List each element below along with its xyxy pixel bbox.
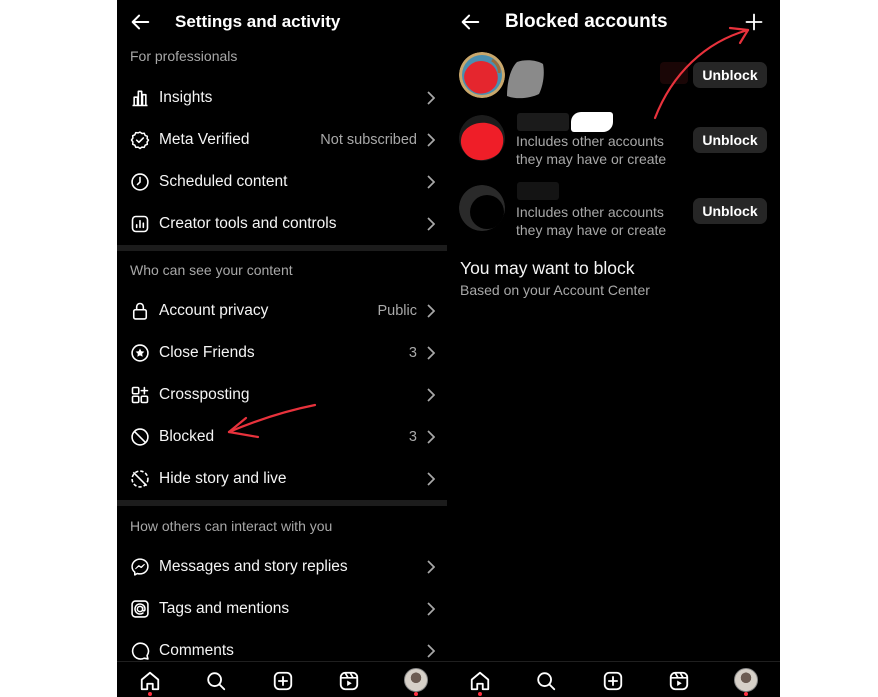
settings-item-label: Comments — [159, 642, 234, 659]
settings-item-label: Messages and story replies — [159, 558, 348, 575]
home-icon[interactable] — [139, 670, 161, 692]
chevron-right-icon — [427, 602, 435, 616]
settings-item-value: 3 — [408, 429, 417, 445]
suggestions-subtitle: Based on your Account Center — [460, 282, 650, 298]
chevron-right-icon — [427, 133, 435, 147]
unblock-button[interactable]: Unblock — [693, 62, 767, 88]
chevron-right-icon — [427, 346, 435, 360]
settings-item-label: Close Friends — [159, 344, 255, 361]
star-circle-icon — [131, 344, 149, 362]
settings-item-value: Not subscribed — [320, 132, 417, 148]
settings-item-label: Account privacy — [159, 302, 269, 319]
settings-item-hide-story[interactable]: Hide story and live — [117, 458, 447, 500]
profile-avatar[interactable] — [404, 668, 428, 692]
settings-item-value: Public — [377, 303, 418, 319]
account-note: Includes other accounts they may have or… — [516, 133, 667, 167]
settings-item-crossposting[interactable]: Crossposting — [117, 374, 447, 416]
account-avatar[interactable] — [459, 115, 505, 161]
notification-dot — [744, 692, 748, 696]
redacted-username — [517, 182, 559, 200]
account-avatar[interactable] — [459, 52, 505, 98]
chevron-right-icon — [427, 430, 435, 444]
notification-dot — [414, 692, 418, 696]
back-arrow-icon[interactable] — [129, 11, 151, 33]
redacted-mark — [660, 62, 688, 84]
bottom-nav — [117, 661, 447, 697]
chevron-right-icon — [427, 644, 435, 658]
section-divider — [117, 500, 447, 506]
add-icon[interactable] — [744, 12, 764, 32]
settings-item-tags-mentions[interactable]: Tags and mentions — [117, 588, 447, 630]
account-avatar[interactable] — [459, 185, 505, 231]
settings-item-messages[interactable]: Messages and story replies — [117, 546, 447, 588]
unblock-button[interactable]: Unblock — [693, 198, 767, 224]
blocked-header: Blocked accounts — [447, 0, 780, 46]
page-title: Blocked accounts — [505, 11, 668, 32]
blocked-accounts-panel: Blocked accounts Unblock Includes other … — [447, 0, 780, 697]
home-icon[interactable] — [469, 670, 491, 692]
reels-icon[interactable] — [668, 670, 690, 692]
settings-item-label: Hide story and live — [159, 470, 287, 487]
create-icon[interactable] — [602, 670, 624, 692]
chevron-right-icon — [427, 91, 435, 105]
redacted-username — [517, 113, 569, 131]
chevron-right-icon — [427, 217, 435, 231]
bottom-nav — [447, 661, 780, 697]
chevron-right-icon — [427, 560, 435, 574]
lock-icon — [132, 302, 148, 320]
suggestions-title: You may want to block — [460, 258, 635, 278]
settings-item-scheduled-content[interactable]: Scheduled content — [117, 161, 447, 203]
search-icon[interactable] — [535, 670, 557, 692]
blocked-account-row: Includes other accounts they may have or… — [447, 182, 780, 242]
section-title-visibility: Who can see your content — [130, 262, 293, 278]
back-arrow-icon[interactable] — [459, 11, 481, 33]
settings-item-label: Crossposting — [159, 386, 250, 403]
chevron-right-icon — [427, 175, 435, 189]
blocked-icon — [131, 428, 149, 446]
section-title-professionals: For professionals — [130, 48, 238, 64]
settings-item-label: Meta Verified — [159, 131, 250, 148]
chevron-right-icon — [427, 472, 435, 486]
crossposting-icon — [131, 386, 149, 404]
unblock-button[interactable]: Unblock — [693, 127, 767, 153]
settings-item-label: Tags and mentions — [159, 600, 290, 617]
redacted-username — [507, 60, 544, 99]
settings-item-meta-verified[interactable]: Meta Verified Not subscribed — [117, 119, 447, 161]
settings-item-account-privacy[interactable]: Account privacy Public — [117, 290, 447, 332]
settings-item-creator-tools[interactable]: Creator tools and controls — [117, 203, 447, 245]
settings-header: Settings and activity — [117, 0, 447, 46]
settings-item-value: 3 — [408, 345, 417, 361]
creator-tools-icon — [131, 215, 149, 233]
section-divider — [117, 245, 447, 251]
active-indicator-dot — [148, 692, 152, 696]
blocked-account-row: Includes other accounts they may have or… — [447, 112, 780, 172]
settings-panel: Settings and activity For professionals … — [117, 0, 447, 697]
search-icon[interactable] — [205, 670, 227, 692]
section-title-interactions: How others can interact with you — [130, 518, 333, 534]
account-note: Includes other accounts they may have or… — [516, 204, 667, 238]
comment-icon — [131, 642, 150, 660]
blocked-account-row: Unblock — [447, 52, 780, 112]
at-sign-icon — [131, 600, 149, 618]
verified-badge-icon — [130, 131, 150, 150]
settings-item-label: Blocked — [159, 428, 215, 445]
settings-item-label: Scheduled content — [159, 173, 288, 190]
create-icon[interactable] — [272, 670, 294, 692]
active-indicator-dot — [478, 692, 482, 696]
chevron-right-icon — [427, 388, 435, 402]
insights-icon — [132, 90, 148, 107]
redacted-mark — [571, 112, 613, 132]
profile-avatar[interactable] — [734, 668, 758, 692]
settings-item-blocked[interactable]: Blocked 3 — [117, 416, 447, 458]
clock-icon — [131, 173, 149, 191]
settings-item-insights[interactable]: Insights — [117, 77, 447, 119]
settings-item-close-friends[interactable]: Close Friends 3 — [117, 332, 447, 374]
chevron-right-icon — [427, 304, 435, 318]
reels-icon[interactable] — [338, 670, 360, 692]
page-title: Settings and activity — [175, 12, 341, 31]
hide-story-icon — [131, 470, 149, 488]
settings-item-label: Insights — [159, 89, 213, 106]
messenger-icon — [131, 558, 149, 576]
settings-item-label: Creator tools and controls — [159, 215, 337, 232]
